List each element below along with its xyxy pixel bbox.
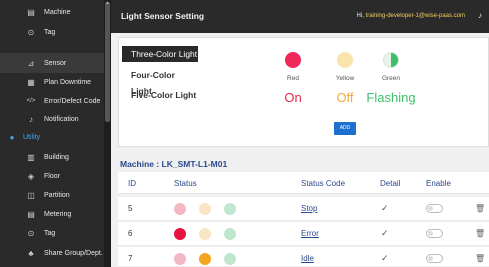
group-icon: ♣: [28, 248, 34, 258]
sidebar-item-floor[interactable]: ◈ Floor: [0, 166, 104, 186]
sidebar-item-notification[interactable]: ♪ Notification: [0, 109, 104, 129]
column-header-status: Status: [174, 179, 197, 188]
row-id: 6: [128, 229, 133, 238]
table-header: ID Status Status Code Detail Enable: [118, 172, 489, 194]
trash-icon[interactable]: 🗑: [475, 229, 485, 238]
green-light-label: Green: [381, 75, 401, 82]
light-config-card: Three-Color Light Four-Color Light Five-…: [118, 37, 489, 147]
page-title: Light Sensor Setting: [121, 11, 205, 21]
status-code-link[interactable]: Error: [301, 229, 319, 238]
sidebar-item-label: Floor: [44, 172, 60, 180]
column-header-enable: Enable: [426, 179, 451, 188]
sidebar-item-label: Metering: [44, 210, 72, 218]
calendar-icon: ▦: [27, 77, 35, 87]
metering-icon: ▤: [27, 209, 35, 219]
sidebar-item-label: Machine: [44, 8, 71, 16]
enable-toggle[interactable]: [426, 229, 443, 238]
red-light-icon[interactable]: [285, 52, 301, 68]
sidebar-group-utility[interactable]: ● Utility: [0, 127, 104, 147]
code-icon: </>: [26, 98, 36, 104]
user-email: training-developer-1@wise-paas.com: [365, 13, 465, 19]
four-color-light-option[interactable]: Four-Color Light: [122, 67, 198, 96]
sidebar-item-tag-utility[interactable]: ⊙ Tag: [0, 223, 104, 243]
sidebar: ▤ Machine ⊙ Tag ⊿ Sensor ▦ Plan Downtime…: [0, 0, 111, 267]
enable-toggle[interactable]: [426, 204, 443, 213]
status-code-link[interactable]: Stop: [301, 204, 317, 213]
sidebar-item-label: Partition: [44, 191, 70, 199]
status-code-link[interactable]: Idle: [301, 254, 314, 263]
red-light-state[interactable]: On: [263, 90, 323, 105]
column-header-status-code: Status Code: [301, 179, 346, 188]
green-status-dot-icon: [224, 203, 236, 215]
sidebar-item-building[interactable]: ▥ Building: [0, 147, 104, 167]
yellow-light-icon[interactable]: [337, 52, 353, 68]
sidebar-item-plan-downtime[interactable]: ▦ Plan Downtime: [0, 72, 104, 92]
sensor-icon: ⊿: [27, 58, 35, 68]
tag-icon: ⊙: [27, 27, 35, 37]
yellow-status-dot-icon: [199, 203, 211, 215]
table-row: 7 Idle ✓ 🗑: [118, 247, 489, 267]
machine-icon: ▤: [27, 7, 35, 17]
sidebar-item-label: Notification: [44, 115, 79, 123]
green-status-dot-icon: [224, 253, 236, 265]
trash-icon[interactable]: 🗑: [475, 254, 485, 263]
sidebar-item-label: Error/Defect Code: [44, 97, 101, 105]
yellow-status-dot-icon: [199, 253, 211, 265]
scroll-up-arrow-icon[interactable]: ▲: [105, 0, 110, 6]
building-icon: ▥: [27, 152, 35, 162]
column-header-detail: Detail: [380, 179, 401, 188]
sidebar-item-label: Plan Downtime: [44, 78, 92, 86]
sidebar-item-label: Tag: [44, 229, 56, 237]
greeting-text: Hi,: [356, 13, 366, 19]
sidebar-scroll-thumb[interactable]: [105, 2, 110, 122]
column-header-id: ID: [128, 179, 136, 188]
sidebar-item-share-group[interactable]: ♣ Share Group/Dept.: [0, 243, 104, 263]
red-status-dot-icon: [174, 253, 186, 265]
green-status-dot-icon: [224, 228, 236, 240]
sidebar-item-sensor[interactable]: ⊿ Sensor: [0, 53, 104, 73]
tag-icon: ⊙: [27, 228, 35, 238]
sidebar-group-label: Utility: [23, 133, 41, 141]
red-status-dot-icon: [174, 203, 186, 215]
utility-icon: ●: [9, 132, 15, 142]
check-icon: ✓: [381, 203, 389, 213]
green-light-state[interactable]: Flashing: [361, 90, 421, 105]
sidebar-item-label: Building: [44, 153, 69, 161]
trash-icon[interactable]: 🗑: [475, 204, 485, 213]
check-icon: ✓: [381, 228, 389, 238]
check-icon: ✓: [381, 253, 389, 263]
bell-icon: ♪: [29, 114, 33, 124]
add-button[interactable]: ADD: [334, 122, 356, 135]
yellow-light-label: Yellow: [335, 75, 355, 82]
red-light-label: Red: [287, 75, 299, 82]
row-id: 7: [128, 254, 133, 263]
five-color-light-option[interactable]: Five-Color Light: [122, 87, 198, 103]
sidebar-item-machine[interactable]: ▤ Machine: [0, 2, 104, 22]
sidebar-item-label: Sensor: [44, 59, 67, 67]
partition-icon: ◫: [27, 190, 35, 200]
red-status-dot-icon: [174, 228, 186, 240]
three-color-light-option[interactable]: Three-Color Light: [122, 46, 198, 62]
table-row: 5 Stop ✓ 🗑: [118, 197, 489, 221]
notification-bell-icon[interactable]: ♪: [478, 11, 482, 20]
sidebar-item-error-defect-code[interactable]: </> Error/Defect Code: [0, 91, 104, 111]
machine-label: Machine : LK_SMT-L1-M01: [120, 159, 228, 169]
sidebar-item-tag[interactable]: ⊙ Tag: [0, 22, 104, 42]
enable-toggle[interactable]: [426, 254, 443, 263]
user-greeting[interactable]: Hi, training-developer-1@wise-paas.com: [357, 13, 465, 19]
yellow-status-dot-icon: [199, 228, 211, 240]
green-light-icon[interactable]: [383, 52, 399, 68]
top-bar: Light Sensor Setting Hi, training-develo…: [111, 0, 489, 33]
sidebar-item-label: Tag: [44, 28, 56, 36]
row-id: 5: [128, 204, 133, 213]
sidebar-item-metering[interactable]: ▤ Metering: [0, 204, 104, 224]
sidebar-item-label: Share Group/Dept.: [44, 249, 103, 257]
floor-icon: ◈: [27, 171, 35, 181]
sidebar-item-partition[interactable]: ◫ Partition: [0, 185, 104, 205]
table-row: 6 Error ✓ 🗑: [118, 222, 489, 246]
